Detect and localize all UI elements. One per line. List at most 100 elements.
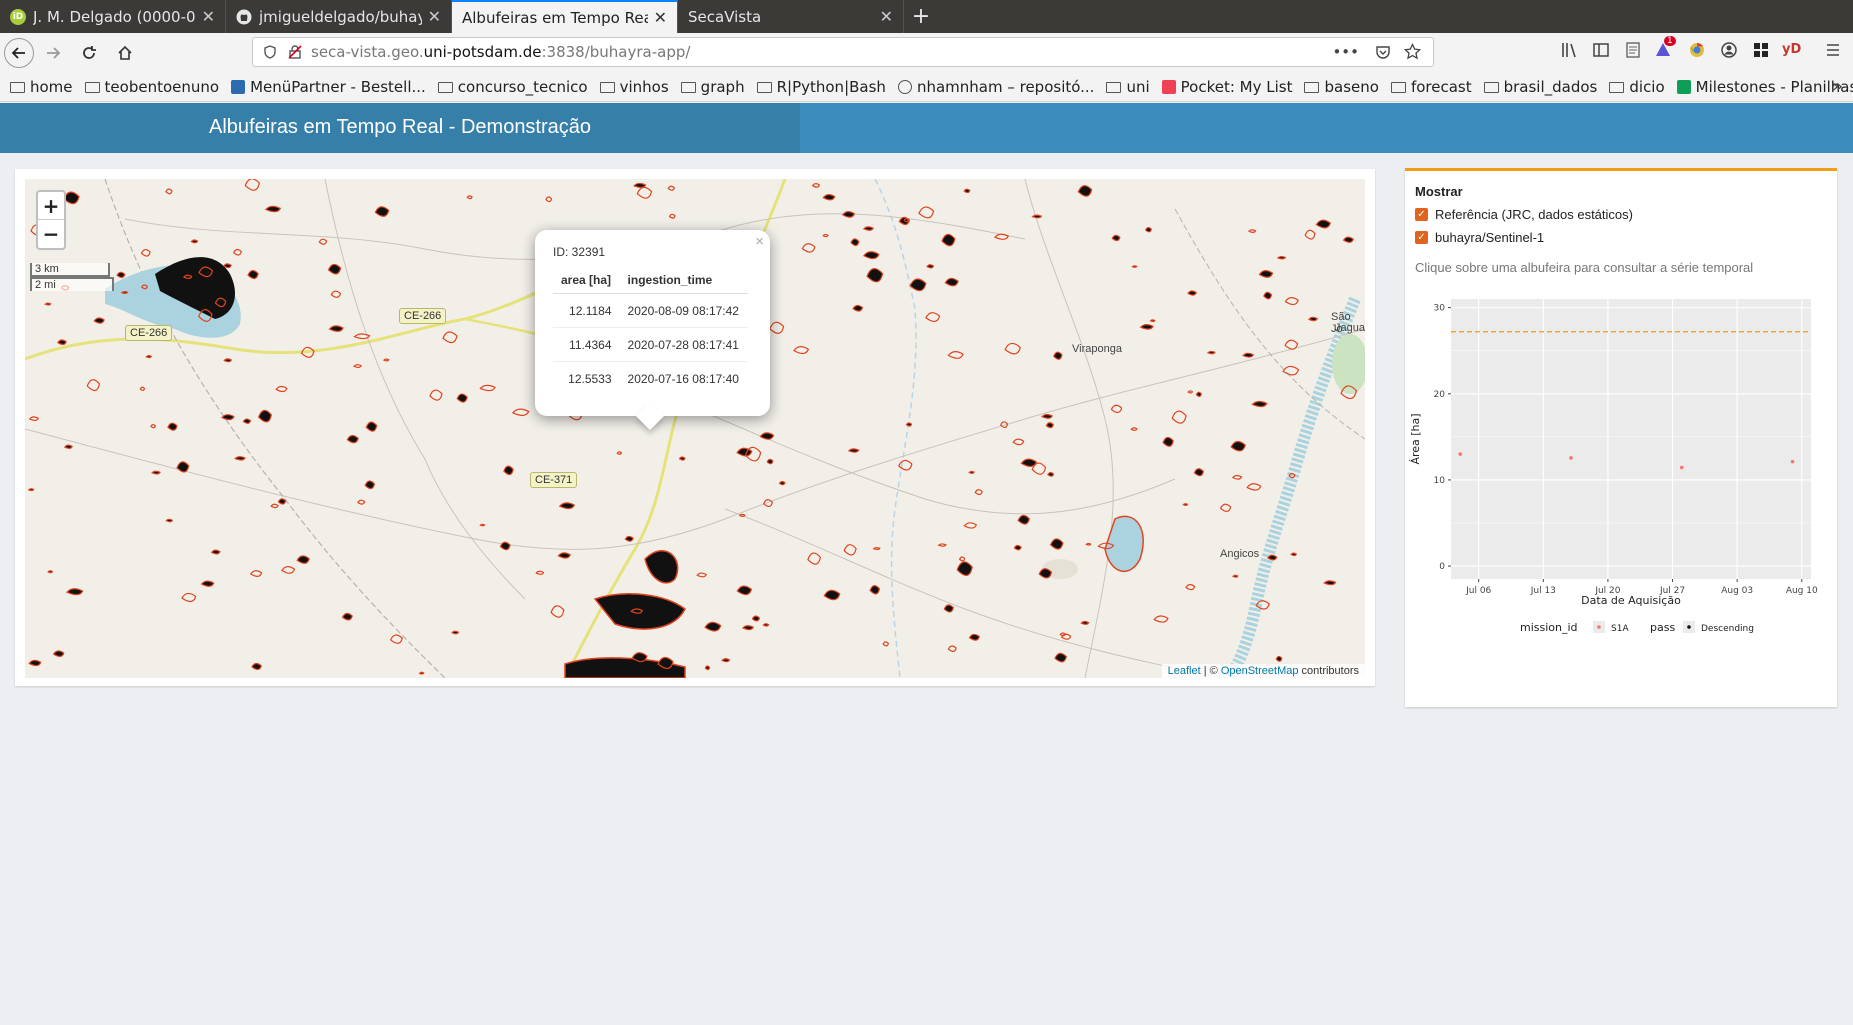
reservoir-polygon[interactable] (1282, 365, 1300, 376)
reservoir-polygon[interactable] (811, 183, 821, 188)
leaflet-map[interactable]: + − 3 km 2 mi CE-266 CE-266 CE-371 Virap… (25, 179, 1365, 678)
reservoir-polygon[interactable] (751, 615, 761, 622)
reservoir-polygon[interactable] (28, 416, 40, 422)
reservoir-polygon[interactable] (862, 226, 875, 231)
reservoir-polygon[interactable] (247, 269, 259, 280)
reservoir-polygon[interactable] (956, 561, 973, 576)
library-icon[interactable] (1560, 41, 1578, 59)
tab-albufeiras[interactable]: Albufeiras em Tempo Real - ✕ (452, 0, 678, 33)
reservoir-polygon[interactable] (221, 414, 235, 421)
pocket-save-icon[interactable] (1375, 44, 1391, 60)
reservoir-polygon[interactable] (807, 552, 822, 565)
reservoir-polygon[interactable] (264, 205, 282, 213)
reservoir-polygon[interactable] (1232, 574, 1239, 578)
reservoir-polygon[interactable] (223, 358, 233, 363)
home-button[interactable] (108, 36, 142, 70)
reservoir-polygon[interactable] (668, 213, 676, 219)
reservoir-polygon[interactable] (44, 302, 52, 306)
reservoir-polygon[interactable] (249, 570, 263, 577)
reservoir-polygon[interactable] (1012, 438, 1025, 446)
reservoir-polygon[interactable] (222, 263, 232, 269)
reservoir-polygon[interactable] (667, 185, 675, 191)
reservoir-polygon[interactable] (328, 325, 344, 332)
reservoir-polygon[interactable] (145, 355, 153, 359)
reservoir-polygon[interactable] (1153, 615, 1169, 623)
bookmarks-overflow-icon[interactable]: » (1832, 76, 1843, 97)
reservoir-polygon[interactable] (557, 552, 571, 559)
reservoir-polygon[interactable] (1031, 214, 1043, 219)
reservoir-polygon[interactable] (374, 206, 390, 217)
reservoir-polygon[interactable] (1185, 584, 1196, 591)
reservoir-polygon[interactable] (1323, 580, 1337, 586)
reservoir-polygon[interactable] (277, 498, 287, 505)
reservoir-polygon[interactable] (823, 589, 841, 601)
reservoir-polygon[interactable] (721, 658, 731, 663)
osm-link[interactable]: OpenStreetMap (1221, 665, 1299, 677)
reservoir-polygon[interactable] (479, 384, 496, 392)
reservoir-polygon[interactable] (479, 523, 486, 527)
reservoir-detected[interactable] (644, 550, 679, 584)
reservoir-polygon[interactable] (176, 461, 190, 473)
close-tab-icon[interactable]: ✕ (880, 7, 893, 26)
reservoir-polygon[interactable] (1041, 413, 1054, 419)
reservoir-polygon[interactable] (869, 585, 881, 595)
reservoir-polygon[interactable] (52, 650, 65, 658)
reservoir-polygon[interactable] (636, 186, 653, 199)
reservoir-polygon[interactable] (353, 364, 362, 369)
reservoir-polygon[interactable] (1246, 483, 1262, 491)
reservoir-polygon[interactable] (1315, 219, 1332, 229)
menu-icon[interactable] (1824, 41, 1842, 59)
reservoir-polygon[interactable] (116, 271, 126, 279)
close-tab-icon[interactable]: ✕ (428, 7, 441, 26)
bookmark-star-icon[interactable] (1404, 43, 1421, 60)
reservoir-polygon[interactable] (27, 488, 35, 492)
reservoir-polygon[interactable] (200, 580, 215, 587)
yd-extension-icon[interactable]: yD (1782, 42, 1801, 57)
reservoir-polygon[interactable] (1258, 270, 1274, 278)
reservoir-polygon[interactable] (847, 448, 860, 453)
reservoir-polygon[interactable] (244, 179, 261, 191)
reservoir-polygon[interactable] (1276, 255, 1287, 260)
reservoir-polygon[interactable] (866, 268, 884, 283)
reservoir-polygon[interactable] (974, 489, 983, 496)
reservoir-polygon[interactable] (234, 456, 246, 461)
reservoir-polygon[interactable] (958, 556, 966, 562)
reservoir-polygon[interactable] (852, 304, 864, 312)
reservoir-polygon[interactable] (882, 641, 889, 647)
reservoir-polygon[interactable] (1219, 503, 1232, 512)
reservoir-polygon[interactable] (28, 659, 42, 667)
reservoir-polygon[interactable] (346, 435, 359, 444)
reservoir-polygon[interactable] (318, 238, 328, 245)
reservoir-polygon[interactable] (63, 191, 80, 205)
reservoir-polygon[interactable] (429, 389, 443, 401)
forward-button[interactable] (36, 36, 70, 70)
reservoir-polygon[interactable] (801, 243, 816, 253)
reservoir-polygon[interactable] (341, 612, 353, 621)
reservoir-polygon[interactable] (1187, 390, 1194, 394)
reservoir-polygon[interactable] (736, 585, 753, 596)
reservoir-polygon[interactable] (382, 358, 390, 362)
reservoir-polygon[interactable] (1149, 319, 1156, 323)
reservoir-polygon[interactable] (1206, 350, 1216, 355)
reservoir-polygon[interactable] (242, 418, 252, 424)
reservoir-polygon[interactable] (182, 274, 193, 280)
reservoir-polygon[interactable] (558, 502, 576, 510)
reservoir-polygon[interactable] (898, 459, 913, 471)
reservoir-polygon[interactable] (963, 188, 971, 194)
checkbox-checked-icon[interactable]: ✓ (1415, 231, 1428, 244)
reservoir-polygon[interactable] (624, 535, 634, 542)
reservoir-polygon[interactable] (327, 263, 342, 275)
reservoir-polygon[interactable] (843, 544, 857, 556)
reservoir-polygon[interactable] (963, 522, 978, 529)
reservoir-polygon[interactable] (1080, 620, 1090, 625)
reservoir-polygon[interactable] (66, 588, 84, 596)
page-actions-icon[interactable]: ••• (1332, 43, 1359, 61)
reservoir-polygon[interactable] (937, 543, 947, 547)
checkbox-reference[interactable]: ✓ Referência (JRC, dados estáticos) (1415, 207, 1827, 222)
reservoir-polygon[interactable] (1290, 552, 1298, 557)
reservoir-polygon[interactable] (389, 634, 403, 644)
bookmark-item[interactable]: Pocket: My List (1161, 78, 1292, 96)
reservoir-polygon[interactable] (696, 572, 708, 578)
reservoir-polygon[interactable] (968, 470, 975, 474)
checkbox-sentinel[interactable]: ✓ buhayra/Sentinel-1 (1415, 230, 1827, 245)
